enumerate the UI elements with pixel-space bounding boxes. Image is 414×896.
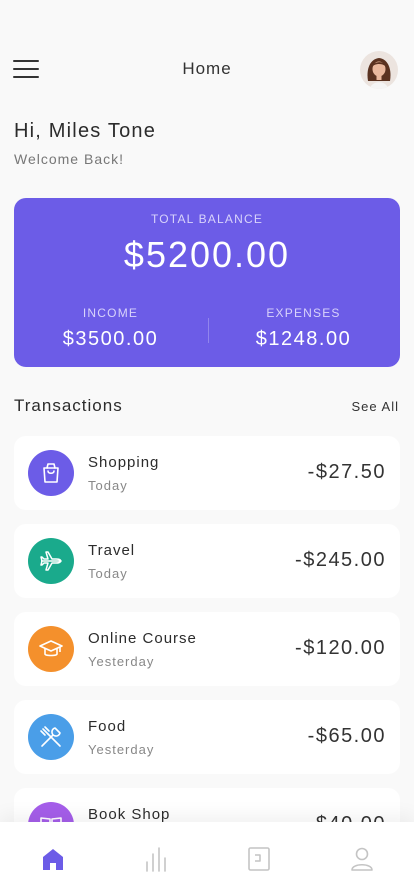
transaction-date: Yesterday <box>88 742 155 757</box>
page-title: Home <box>182 59 232 78</box>
graduation-cap-icon <box>28 626 74 672</box>
expenses-value: $1248.00 <box>255 328 352 350</box>
bottom-nav <box>0 822 414 896</box>
user-icon[interactable] <box>350 846 374 872</box>
transaction-name: Travel <box>88 542 136 559</box>
income-value: $3500.00 <box>62 328 159 350</box>
shopping-bag-icon <box>28 450 74 496</box>
transaction-travel[interactable]: Travel Today -$245.00 <box>14 524 400 598</box>
income-column: INCOME $3500.00 <box>14 306 207 351</box>
welcome-text: Welcome Back! <box>14 151 124 167</box>
transaction-name: Online Course <box>88 630 197 647</box>
income-label: INCOME <box>82 306 139 320</box>
transaction-amount: -$65.00 <box>307 725 386 747</box>
transaction-amount: -$27.50 <box>307 461 386 483</box>
transaction-shopping[interactable]: Shopping Today -$27.50 <box>14 436 400 510</box>
transaction-name: Book Shop <box>88 806 171 823</box>
app-header: Home <box>0 0 414 140</box>
transaction-food[interactable]: Food Yesterday -$65.00 <box>14 700 400 774</box>
transaction-date: Today <box>88 566 128 581</box>
transaction-online-course[interactable]: Online Course Yesterday -$120.00 <box>14 612 400 686</box>
total-balance-label: TOTAL BALANCE <box>150 212 264 226</box>
total-balance-value: $5200.00 <box>123 234 291 275</box>
fork-knife-icon <box>28 714 74 760</box>
transactions-title: Transactions <box>14 396 123 415</box>
avatar[interactable] <box>360 51 398 89</box>
see-all-link[interactable]: See All <box>352 399 399 414</box>
greeting-title: Hi, Miles Tone <box>14 120 157 142</box>
expenses-label: EXPENSES <box>266 306 341 320</box>
transaction-date: Yesterday <box>88 654 155 669</box>
transaction-name: Food <box>88 718 127 735</box>
airplane-icon <box>28 538 74 584</box>
home-icon[interactable] <box>41 846 65 872</box>
bar-chart-icon[interactable] <box>144 846 168 872</box>
transaction-amount: -$120.00 <box>295 637 386 659</box>
expenses-column: EXPENSES $1248.00 <box>207 306 400 351</box>
transaction-date: Today <box>88 478 128 493</box>
transaction-amount: -$245.00 <box>295 549 386 571</box>
wallet-icon[interactable] <box>247 846 271 872</box>
balance-card: TOTAL BALANCE $5200.00 INCOME $3500.00 E… <box>14 198 400 367</box>
transaction-name: Shopping <box>88 454 160 471</box>
